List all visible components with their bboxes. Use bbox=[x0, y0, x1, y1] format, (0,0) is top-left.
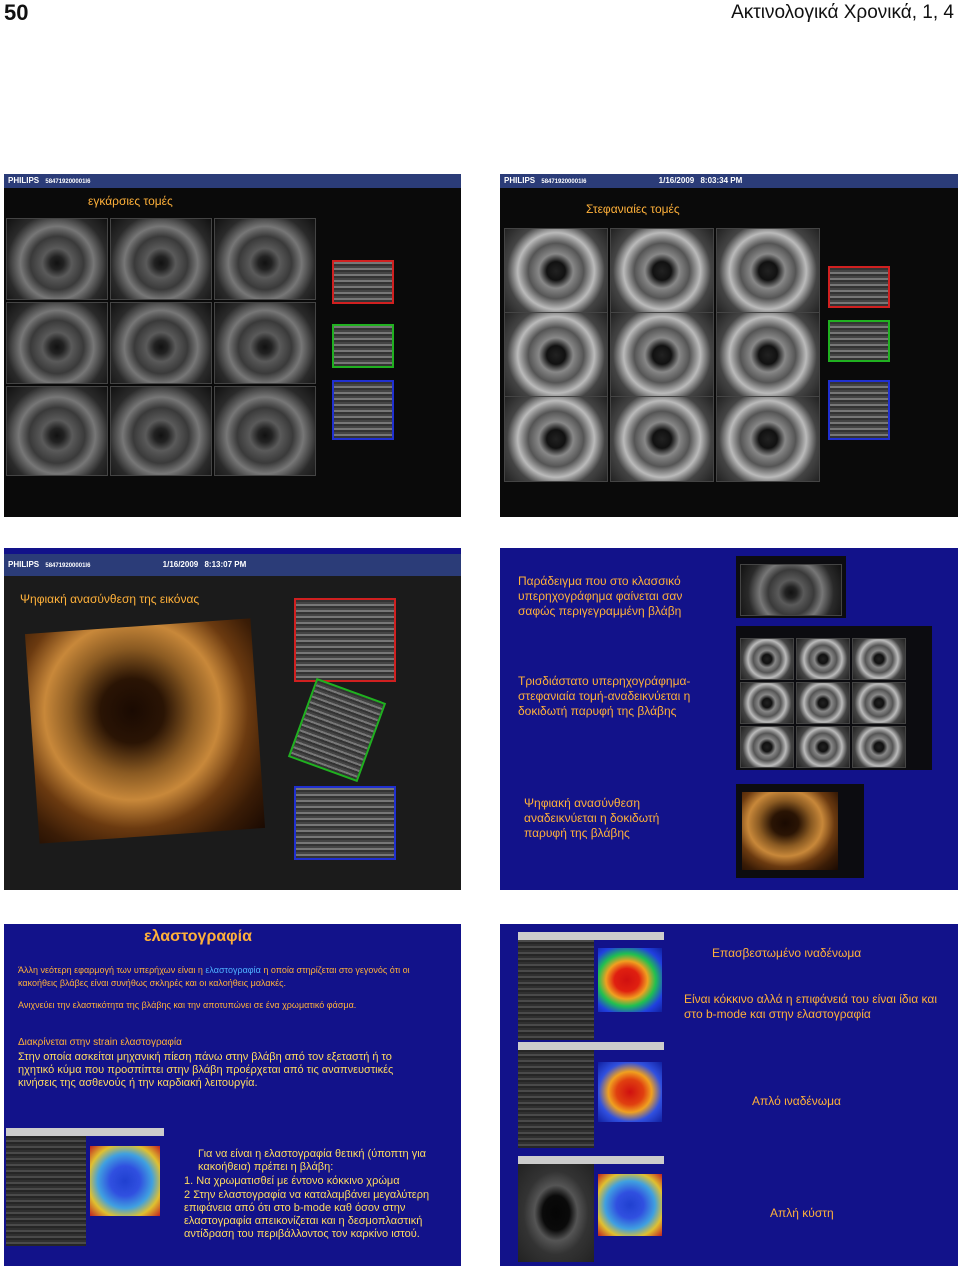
journal-title: Ακτινολογικά Χρονικά, 1, 4 bbox=[731, 2, 954, 23]
ultrasound-tile bbox=[6, 302, 108, 384]
bmode-pane bbox=[518, 1164, 594, 1262]
orientation-thumbnail bbox=[332, 260, 394, 304]
orientation-thumbnail bbox=[828, 266, 890, 308]
elastogram-pane bbox=[598, 1174, 662, 1236]
label-simple-cyst: Απλή κύστη bbox=[770, 1206, 834, 1220]
elastography-header bbox=[518, 1042, 664, 1050]
ultrasound-tile bbox=[610, 396, 714, 482]
ultrasound-tile bbox=[796, 726, 850, 768]
ultrasound-tile bbox=[6, 386, 108, 476]
label-calcified-fibroadenoma: Επασβεστωμένο ιναδένωμα bbox=[712, 946, 862, 960]
page-number: 50 bbox=[4, 0, 29, 25]
scanner-header-bar: PHILIPS 584719200001l6 1/16/2009 8:13:07… bbox=[4, 554, 461, 576]
slide-coronal-sections: PHILIPS 584719200001l6 1/16/2009 8:03:34… bbox=[500, 174, 958, 517]
orientation-thumbnail bbox=[828, 320, 890, 362]
criteria-item-2: 2 Στην ελαστογραφία να καταλαμβάνει μεγα… bbox=[184, 1189, 430, 1240]
criteria-item-1: 1. Να χρωματισθεί με έντονο κόκκινο χρώμ… bbox=[184, 1175, 400, 1187]
ultrasound-tile bbox=[110, 386, 212, 476]
ultrasound-tile bbox=[214, 386, 316, 476]
paragraph-strain: Διακρίνεται στην strain ελαστογραφία bbox=[18, 1037, 182, 1048]
bmode-pane bbox=[518, 1050, 594, 1148]
ultrasound-tile bbox=[740, 638, 794, 680]
ultrasound-tile bbox=[110, 302, 212, 384]
label-simple-fibroadenoma: Απλό ιναδένωμα bbox=[752, 1094, 841, 1108]
3d-volume-rendering bbox=[742, 792, 838, 870]
paragraph-criteria: Για να είναι η ελαστογραφία θετική (ύποπ… bbox=[198, 1148, 427, 1173]
reconstruction-text: Ψηφιακή ανασύνθεση αναδεικνύεται η δοκιδ… bbox=[524, 796, 660, 840]
elastogram-pane bbox=[598, 948, 662, 1012]
slide-label: Στεφανιαίες τομές bbox=[586, 202, 680, 216]
3d-text: Τρισδιάστατο υπερηχογράφημα-στεφανιαία τ… bbox=[518, 674, 691, 718]
3d-reconstruction-image bbox=[736, 784, 864, 878]
scanner-header-bar: PHILIPS 584719200001l6 bbox=[4, 174, 461, 188]
coronal-grid-image bbox=[736, 626, 932, 770]
elastography-header bbox=[518, 932, 664, 940]
slide-elastography-examples: Επασβεστωμένο ιναδένωμα Είναι κόκκινο αλ… bbox=[500, 924, 958, 1266]
bmode-pane bbox=[6, 1136, 86, 1246]
orientation-thumbnail bbox=[294, 786, 396, 860]
ultrasound-tile bbox=[504, 312, 608, 398]
elastography-image-fibroadenoma bbox=[518, 1042, 664, 1148]
ultrasound-tile bbox=[716, 228, 820, 314]
elastogram-pane bbox=[598, 1062, 662, 1122]
ultrasound-tile bbox=[740, 726, 794, 768]
ultrasound-tile bbox=[740, 682, 794, 724]
ultrasound-tile bbox=[852, 682, 906, 724]
ultrasound-tile bbox=[214, 218, 316, 300]
elastography-image-cyst bbox=[518, 1156, 664, 1262]
slide-digital-reconstruction: PHILIPS 584719200001l6 1/16/2009 8:13:07… bbox=[4, 548, 461, 890]
ultrasound-tile bbox=[740, 564, 842, 616]
slide-example-lesion: Παράδειγμα που στο κλασσικό υπερηχογράφη… bbox=[500, 548, 958, 890]
orientation-thumbnail bbox=[332, 380, 394, 440]
elastography-header bbox=[518, 1156, 664, 1164]
ultrasound-tile bbox=[6, 218, 108, 300]
orientation-thumbnail bbox=[332, 324, 394, 368]
scanner-screen: PHILIPS 584719200001l6 1/16/2009 8:13:07… bbox=[4, 554, 461, 890]
ultrasound-tile bbox=[852, 638, 906, 680]
ultrasound-tile bbox=[716, 312, 820, 398]
ultrasound-tile bbox=[852, 726, 906, 768]
ultrasound-tile bbox=[796, 638, 850, 680]
ultrasound-tile bbox=[504, 396, 608, 482]
slide-title: ελαστογραφία bbox=[144, 928, 252, 945]
orientation-thumbnail bbox=[287, 677, 387, 783]
elastography-image bbox=[6, 1128, 164, 1246]
ultrasound-tile bbox=[610, 312, 714, 398]
ultrasound-tile bbox=[504, 228, 608, 314]
example-text: Παράδειγμα που στο κλασσικό υπερηχογράφη… bbox=[518, 574, 683, 618]
ultrasound-image bbox=[736, 556, 846, 618]
orientation-thumbnail bbox=[294, 598, 396, 682]
elastogram-pane bbox=[90, 1146, 160, 1216]
slide-label: Ψηφιακή ανασύνθεση της εικόνας bbox=[20, 592, 200, 606]
bmode-pane bbox=[518, 940, 594, 1040]
slide-elastography: ελαστογραφία Άλλη νεότερη εφαρμογή των υ… bbox=[4, 924, 461, 1266]
ultrasound-tile bbox=[610, 228, 714, 314]
paragraph-intro: Άλλη νεότερη εφαρμογή των υπερήχων είναι… bbox=[18, 965, 410, 988]
paragraph-detect: Ανιχνεύει την ελαστικότητα της βλάβης κα… bbox=[18, 1000, 357, 1010]
3d-volume-rendering bbox=[24, 618, 266, 844]
slide-label: εγκάρσιες τομές bbox=[88, 194, 173, 208]
elastography-header bbox=[6, 1128, 164, 1136]
orientation-thumbnail bbox=[828, 380, 890, 440]
ultrasound-tile bbox=[110, 218, 212, 300]
scanner-header-bar: PHILIPS 584719200001l6 1/16/2009 8:03:34… bbox=[500, 174, 958, 188]
paragraph-pressure: Στην οποία ασκείται μηχανική πίεση πάνω … bbox=[18, 1051, 394, 1089]
elastography-image-calcified bbox=[518, 932, 664, 1040]
ultrasound-tile bbox=[214, 302, 316, 384]
ultrasound-tile bbox=[796, 682, 850, 724]
slide-transverse-sections: PHILIPS 584719200001l6 εγκάρσιες τομές bbox=[4, 174, 461, 517]
label-calcified-note: Είναι κόκκινο αλλά η επιφάνειά του είναι… bbox=[684, 992, 937, 1021]
ultrasound-tile bbox=[716, 396, 820, 482]
